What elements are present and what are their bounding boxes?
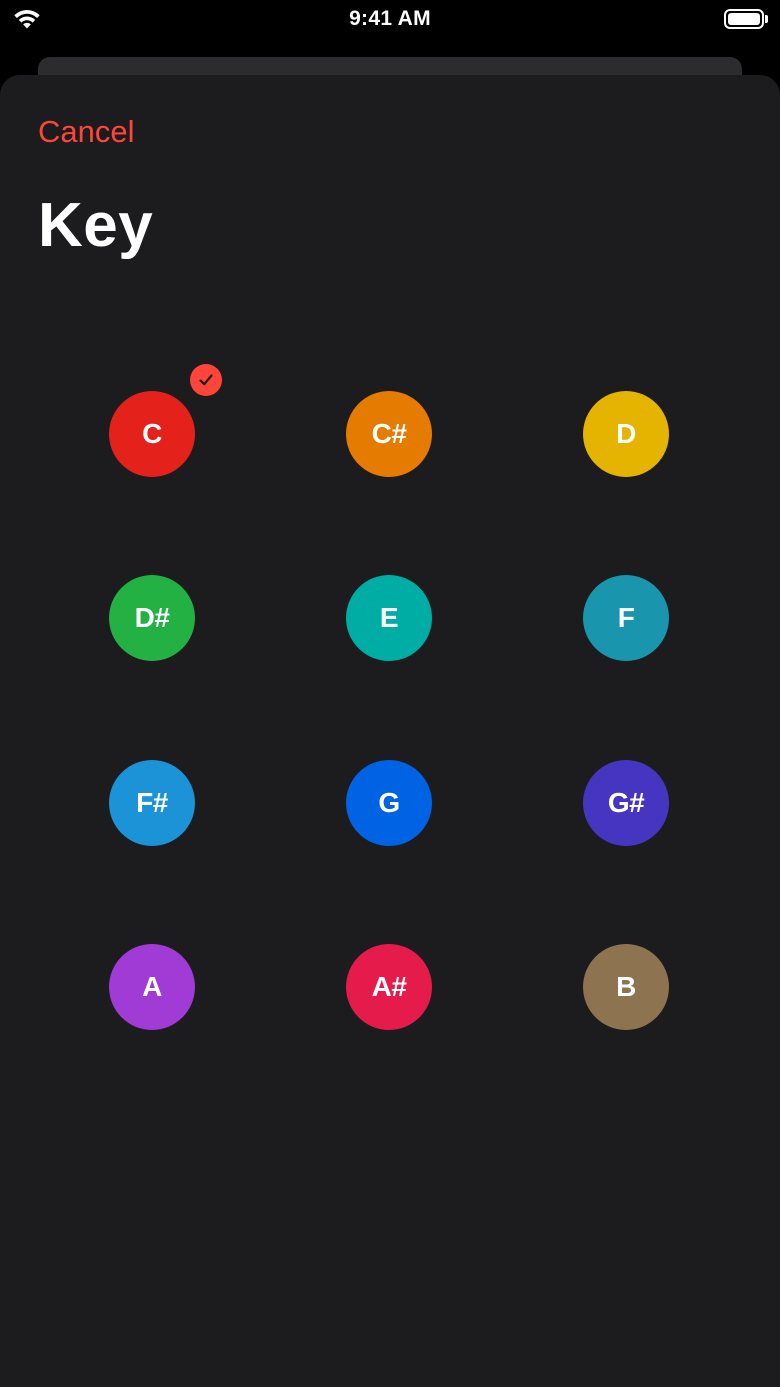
key-button-f-sharp[interactable]: F# [109, 760, 195, 846]
key-label: D# [134, 602, 170, 633]
checkmark-icon [190, 364, 222, 396]
key-label: C# [371, 418, 407, 449]
key-button-f[interactable]: F [583, 575, 669, 661]
key-button-d-sharp[interactable]: D# [109, 575, 195, 661]
key-button-e[interactable]: E [346, 575, 432, 661]
key-label: A [142, 971, 162, 1002]
key-grid: C C# D D# E F F# G G# A A# B [0, 75, 780, 1387]
battery-icon [724, 9, 768, 29]
key-button-d[interactable]: D [583, 391, 669, 477]
screen: 9:41 AM Cancel Key C C# D D# E F F# G G# A A# B [0, 0, 780, 1387]
key-button-a[interactable]: A [109, 944, 195, 1030]
key-button-b[interactable]: B [583, 944, 669, 1030]
key-button-c[interactable]: C [109, 391, 195, 477]
key-label: C [142, 418, 162, 449]
status-time: 9:41 AM [349, 7, 431, 30]
key-button-g-sharp[interactable]: G# [583, 760, 669, 846]
status-bar: 9:41 AM [0, 0, 780, 44]
key-button-a-sharp[interactable]: A# [346, 944, 432, 1030]
key-label: F [617, 602, 635, 633]
key-label: A# [371, 971, 407, 1002]
battery-fill [728, 13, 760, 25]
key-button-g[interactable]: G [346, 760, 432, 846]
key-picker-sheet: Cancel Key C C# D D# E F F# G G# A A# B [0, 75, 780, 1387]
key-label: G [378, 787, 400, 818]
key-label: F# [136, 787, 168, 818]
key-label: E [379, 602, 399, 633]
key-label: D [616, 418, 636, 449]
key-button-c-sharp[interactable]: C# [346, 391, 432, 477]
key-label: G# [607, 787, 645, 818]
key-label: B [616, 971, 636, 1002]
